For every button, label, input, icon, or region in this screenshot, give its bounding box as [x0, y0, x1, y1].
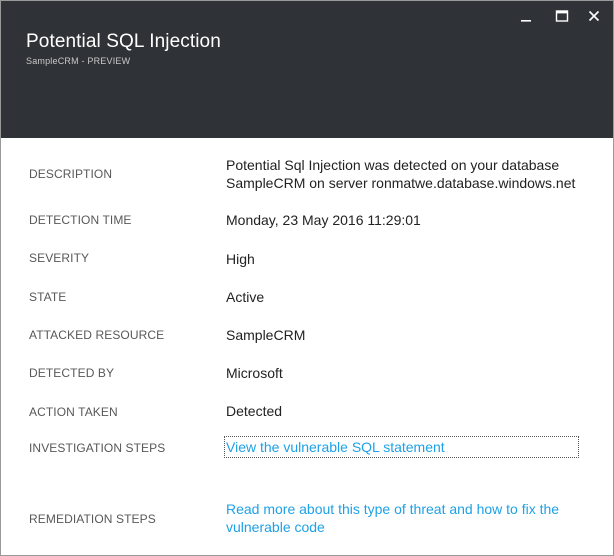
maximize-icon — [555, 10, 569, 22]
blade-header: Potential SQL Injection SampleCRM - PREV… — [1, 1, 613, 138]
minimize-button[interactable] — [513, 3, 539, 29]
close-icon — [588, 10, 600, 22]
remediation-link-line-1[interactable]: Read more about this type of threat and … — [226, 500, 559, 518]
detected-by-label: DETECTED BY — [29, 366, 115, 380]
state-value: Active — [226, 289, 265, 305]
remediation-steps-label: REMEDIATION STEPS — [29, 512, 156, 526]
blade-title: Potential SQL Injection — [26, 31, 221, 52]
minimize-icon — [521, 20, 531, 22]
blade-subtitle: SampleCRM - PREVIEW — [26, 56, 131, 66]
state-label: STATE — [29, 290, 67, 304]
investigation-steps-label: INVESTIGATION STEPS — [29, 441, 166, 455]
close-button[interactable] — [581, 3, 607, 29]
description-label: DESCRIPTION — [29, 167, 113, 181]
detected-by-value: Microsoft — [226, 365, 283, 381]
severity-label: SEVERITY — [29, 251, 90, 265]
alert-details-blade: Potential SQL Injection SampleCRM - PREV… — [0, 0, 614, 556]
action-taken-value: Detected — [226, 403, 283, 419]
detection-time-label: DETECTION TIME — [29, 213, 132, 227]
remediation-link-line-2[interactable]: vulnerable code — [226, 518, 325, 536]
severity-value: High — [226, 251, 255, 267]
description-line-2: SampleCRM on server ronmatwe.database.wi… — [226, 175, 576, 191]
attacked-resource-value: SampleCRM — [226, 327, 306, 343]
view-vulnerable-sql-link[interactable]: View the vulnerable SQL statement — [224, 436, 579, 458]
description-line-1: Potential Sql Injection was detected on … — [226, 157, 560, 173]
detection-time-value: Monday, 23 May 2016 11:29:01 — [226, 212, 421, 228]
maximize-button[interactable] — [549, 3, 575, 29]
attacked-resource-label: ATTACKED RESOURCE — [29, 328, 165, 342]
action-taken-label: ACTION TAKEN — [29, 405, 118, 419]
